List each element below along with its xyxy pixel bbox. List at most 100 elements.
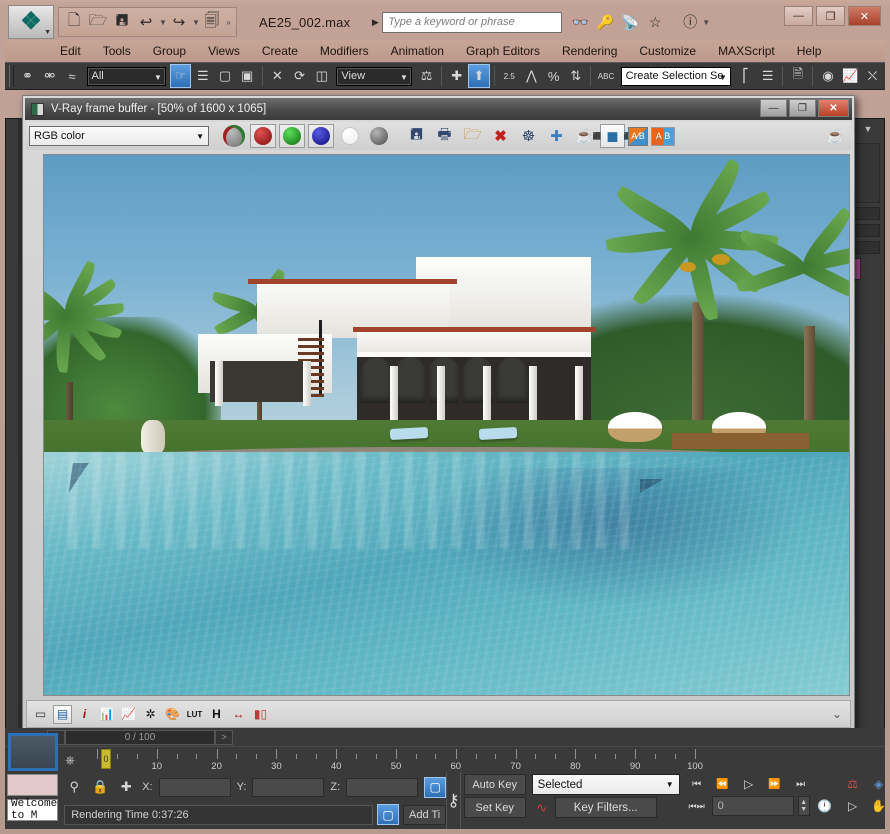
subscription-key-icon[interactable]: 🔑 bbox=[595, 11, 615, 33]
unlink-selection-icon[interactable]: ⚮ bbox=[39, 64, 60, 88]
mini-listener[interactable]: Welcome to M bbox=[5, 772, 60, 829]
pan-view-icon[interactable]: ✋ bbox=[868, 796, 890, 816]
menu-item-customize[interactable]: Customize bbox=[628, 42, 707, 60]
maxscript-listener-text[interactable]: Welcome to M bbox=[7, 798, 59, 822]
project-folder-icon[interactable]: 🗐 bbox=[201, 10, 223, 34]
curve-editor-icon[interactable]: 📈 bbox=[840, 64, 861, 88]
menu-item-maxscript[interactable]: MAXScript bbox=[707, 42, 786, 60]
align-icon[interactable]: ⎡ bbox=[735, 64, 756, 88]
bind-to-space-warp-icon[interactable]: ≈ bbox=[61, 64, 82, 88]
menu-item-rendering[interactable]: Rendering bbox=[551, 42, 628, 60]
select-and-move-icon[interactable]: ✕ bbox=[267, 64, 288, 88]
edit-named-selection-sets-icon[interactable]: ⇅ bbox=[565, 64, 586, 88]
lut-correction-icon[interactable]: LUT bbox=[185, 705, 204, 724]
blue-channel-icon[interactable] bbox=[308, 124, 334, 148]
icc-correction-icon[interactable]: ↔ bbox=[229, 705, 248, 724]
vray-teapot-icon[interactable]: ☕ bbox=[823, 124, 848, 148]
frame-spinner[interactable]: ▲ ▼ bbox=[797, 796, 810, 816]
absolute-relative-transform-icon[interactable]: ✚ bbox=[116, 777, 136, 797]
next-frame-button[interactable]: > bbox=[215, 729, 233, 745]
menu-item-animation[interactable]: Animation bbox=[380, 42, 455, 60]
field-of-view-icon[interactable]: ▷ bbox=[842, 796, 864, 816]
select-and-scale-icon[interactable]: ◫ bbox=[311, 64, 332, 88]
monochrome-channel-icon[interactable] bbox=[366, 124, 392, 148]
grid-toggle-icon-2[interactable]: ▢ bbox=[377, 804, 400, 825]
menu-item-edit[interactable]: Edit bbox=[49, 42, 92, 60]
red-channel-icon[interactable] bbox=[250, 124, 276, 148]
menu-item-help[interactable]: Help bbox=[786, 42, 833, 60]
show-histogram-icon[interactable]: 📊 bbox=[97, 705, 116, 724]
minimize-button[interactable]: — bbox=[784, 6, 813, 26]
application-menu-button[interactable]: ❖ ▼ bbox=[8, 5, 54, 39]
redo-dropdown-icon[interactable]: ▼ bbox=[192, 18, 200, 27]
current-frame-display[interactable]: 0 / 100 bbox=[65, 729, 215, 745]
set-key-button[interactable]: Set Key bbox=[463, 797, 526, 818]
ab-split-icon[interactable]: A B bbox=[651, 126, 675, 146]
z-axis-field[interactable] bbox=[346, 777, 419, 797]
key-filters-button[interactable]: Key Filters... bbox=[554, 797, 657, 818]
open-mini-curve-editor-icon[interactable]: ⎈ bbox=[60, 751, 80, 769]
search-input[interactable]: Type a keyword or phrase bbox=[382, 11, 563, 33]
select-and-manipulate-icon[interactable]: ✚ bbox=[446, 64, 467, 88]
save-file-icon[interactable]: 🖪 bbox=[111, 10, 133, 34]
next-frame-icon[interactable]: ⏩ bbox=[764, 774, 786, 794]
chevron-double-down-icon[interactable]: ⌄ bbox=[832, 707, 842, 721]
zoom-icon[interactable]: ⚖ bbox=[842, 774, 864, 794]
viewport-thumbnail[interactable] bbox=[8, 733, 58, 771]
time-configuration-icon[interactable]: 🕛 bbox=[814, 796, 836, 816]
pixel-information-icon[interactable]: i bbox=[75, 705, 94, 724]
menu-item-modifiers[interactable]: Modifiers bbox=[309, 42, 380, 60]
default-in-out-tangents-icon[interactable]: ∿ bbox=[532, 798, 552, 818]
help-icon[interactable]: ⓘ bbox=[680, 11, 700, 33]
track-bar[interactable]: ⎈ 0 10 20 30 40 50 60 70 80 90 100 bbox=[5, 746, 885, 772]
grid-toggle-icon[interactable]: ▢ bbox=[424, 776, 447, 798]
vfb-close-button[interactable]: ✕ bbox=[818, 99, 849, 117]
percent-snap-toggle-icon[interactable]: ⋀ bbox=[521, 64, 542, 88]
save-all-image-channels-icon[interactable]: 🖶 bbox=[432, 124, 457, 148]
green-channel-icon[interactable] bbox=[279, 124, 305, 148]
use-pivot-point-center-icon[interactable]: ⚖ bbox=[416, 64, 437, 88]
communication-center-icon[interactable]: 📡 bbox=[620, 11, 640, 33]
force-color-clamping-icon[interactable]: ▭ bbox=[31, 705, 50, 724]
alpha-channel-icon[interactable] bbox=[337, 124, 363, 148]
new-file-icon[interactable]: 🗋 bbox=[63, 10, 85, 34]
vfb-minimize-button[interactable]: — bbox=[760, 99, 787, 117]
load-image-icon[interactable]: 🗁 bbox=[460, 124, 485, 148]
close-button[interactable]: ✕ bbox=[848, 6, 881, 26]
selection-filter-dropdown[interactable]: All ▼ bbox=[86, 66, 166, 86]
key-selection-level-dropdown[interactable]: Selected ▼ bbox=[531, 774, 680, 795]
isolate-selection-icon[interactable]: ⚲ bbox=[64, 777, 84, 797]
select-object-icon[interactable]: ☞ bbox=[169, 64, 192, 88]
menu-item-views[interactable]: Views bbox=[197, 42, 251, 60]
layer-manager-icon[interactable]: ☰ bbox=[757, 64, 778, 88]
display-colors-in-srgb-icon[interactable]: H bbox=[207, 705, 226, 724]
render-channel-dropdown[interactable]: RGB color ▼ bbox=[29, 126, 209, 146]
window-crossing-icon[interactable]: ▣ bbox=[237, 64, 258, 88]
set-key-mode-icon[interactable]: ⚷ bbox=[446, 772, 461, 829]
region-render-icon[interactable]: ✚ bbox=[544, 124, 569, 148]
hue-saturation-icon[interactable]: 🎨 bbox=[163, 705, 182, 724]
maxscript-listener-pink-pane[interactable] bbox=[7, 774, 59, 796]
search-binoculars-icon[interactable]: 👓 bbox=[570, 11, 590, 33]
color-curve-icon[interactable]: 📈 bbox=[119, 705, 138, 724]
y-axis-field[interactable] bbox=[252, 777, 325, 797]
rectangular-selection-region-icon[interactable]: ▢ bbox=[214, 64, 235, 88]
menu-item-create[interactable]: Create bbox=[251, 42, 309, 60]
previous-frame-icon[interactable]: ⏪ bbox=[712, 774, 734, 794]
mirror-icon[interactable]: ABC bbox=[595, 64, 616, 88]
play-animation-icon[interactable]: ▷ bbox=[738, 774, 760, 794]
x-axis-field[interactable] bbox=[158, 777, 231, 797]
auto-key-button[interactable]: Auto Key bbox=[463, 774, 526, 795]
menu-item-graph-editors[interactable]: Graph Editors bbox=[455, 42, 551, 60]
named-selection-set-field[interactable]: Create Selection Se ▼ bbox=[620, 66, 731, 86]
select-and-rotate-icon[interactable]: ⟳ bbox=[289, 64, 310, 88]
ab-compare-icon[interactable]: A∕B bbox=[628, 126, 648, 146]
background-color-icon[interactable]: ▮▯ bbox=[251, 705, 270, 724]
add-time-tag-button[interactable]: Add Ti bbox=[403, 804, 447, 825]
redo-icon[interactable]: ↪ bbox=[168, 10, 190, 34]
save-image-icon[interactable]: 🖪 bbox=[404, 124, 429, 148]
menu-item-group[interactable]: Group bbox=[142, 42, 197, 60]
spinner-snap-toggle-icon[interactable]: % bbox=[543, 64, 564, 88]
track-mouse-while-rendering-icon[interactable]: ☸ bbox=[516, 124, 541, 148]
schematic-view-icon[interactable]: ⛌ bbox=[862, 64, 883, 88]
